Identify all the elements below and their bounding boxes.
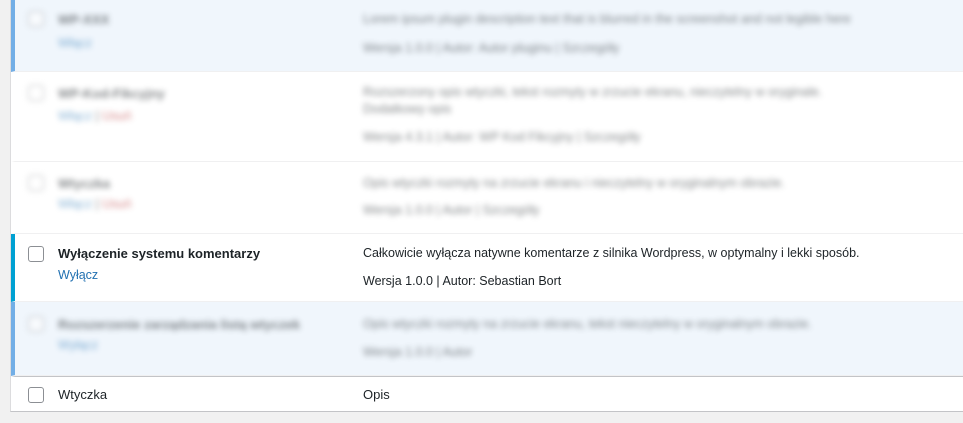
plugin-meta-text: Wersja 4.3.1 | Autor: WP Kod Fikcyjny | … bbox=[363, 130, 641, 144]
plugin-actions: Wyłącz bbox=[58, 268, 98, 282]
activate-link[interactable]: Włącz bbox=[58, 109, 92, 123]
plugin-meta-text: Wersja 1.0.0 | Autor: Autor pluginu | Sz… bbox=[363, 41, 620, 55]
plugins-table: WP-XXX Włącz Lorem ipsum plugin descript… bbox=[10, 0, 963, 412]
table-footer: Wtyczka Opis bbox=[11, 376, 963, 411]
activate-link[interactable]: Włącz bbox=[58, 36, 92, 50]
delete-link[interactable]: Usuń bbox=[102, 197, 131, 211]
row-checkbox[interactable] bbox=[28, 85, 44, 101]
row-checkbox[interactable] bbox=[28, 316, 44, 332]
plugin-row: Rozszerzenie zarządzania listą wtyczek W… bbox=[11, 302, 963, 376]
plugin-description: Rozszerzony opis wtyczki, tekst rozmyty … bbox=[363, 85, 823, 99]
plugin-meta: Wersja 1.0.0 | Autor bbox=[363, 345, 963, 359]
select-all-checkbox[interactable] bbox=[28, 387, 44, 403]
plugin-description: Całkowicie wyłącza natywne komentarze z … bbox=[363, 246, 860, 260]
plugin-description: Opis wtyczki rozmyty na zrzucie ekranu, … bbox=[363, 317, 812, 331]
deactivate-link[interactable]: Wyłącz bbox=[58, 268, 98, 282]
plugin-row: WP-XXX Włącz Lorem ipsum plugin descript… bbox=[11, 0, 963, 72]
plugin-name: Wtyczka bbox=[58, 176, 111, 191]
activate-link[interactable]: Włącz bbox=[58, 197, 92, 211]
plugin-row-focused: Wyłączenie systemu komentarzy Wyłącz Cał… bbox=[11, 234, 963, 302]
plugin-description-cont: Dodatkowy opis bbox=[363, 102, 452, 116]
plugin-row: Wtyczka Włącz | Usuń Opis wtyczki rozmyt… bbox=[11, 162, 963, 234]
row-checkbox[interactable] bbox=[28, 246, 44, 262]
plugin-description: Lorem ipsum plugin description text that… bbox=[363, 12, 851, 26]
row-checkbox[interactable] bbox=[28, 11, 44, 27]
plugin-actions: Włącz | Usuń bbox=[58, 109, 131, 123]
plugin-actions: Włącz bbox=[58, 36, 92, 50]
plugin-name: Rozszerzenie zarządzania listą wtyczek bbox=[58, 317, 301, 332]
plugin-description: Opis wtyczki rozmyty na zrzucie ekranu i… bbox=[363, 176, 785, 190]
plugin-name: WP-Kod-Fikcyjny bbox=[58, 86, 165, 101]
plugin-meta-text: Wersja 1.0.0 | Autor: Sebastian Bort bbox=[363, 274, 562, 288]
column-plugin-header[interactable]: Wtyczka bbox=[58, 387, 107, 402]
plugin-meta: Wersja 1.0.0 | Autor | Szczegóły bbox=[363, 203, 963, 217]
plugin-name: Wyłączenie systemu komentarzy bbox=[58, 246, 261, 261]
plugin-meta-text: Wersja 1.0.0 | Autor bbox=[363, 345, 473, 359]
plugin-meta: Wersja 1.0.0 | Autor: Sebastian Bort bbox=[363, 274, 963, 288]
deactivate-link[interactable]: Wyłącz bbox=[58, 338, 98, 352]
plugin-name: WP-XXX bbox=[58, 12, 110, 27]
plugin-actions: Wyłącz bbox=[58, 338, 98, 352]
row-checkbox[interactable] bbox=[28, 175, 44, 191]
plugin-meta-text: Wersja 1.0.0 | Autor | Szczegóły bbox=[363, 203, 540, 217]
plugin-meta: Wersja 4.3.1 | Autor: WP Kod Fikcyjny | … bbox=[363, 130, 963, 144]
delete-link[interactable]: Usuń bbox=[102, 109, 131, 123]
plugin-meta: Wersja 1.0.0 | Autor: Autor pluginu | Sz… bbox=[363, 41, 963, 55]
plugin-actions: Włącz | Usuń bbox=[58, 197, 131, 211]
column-description-header: Opis bbox=[363, 387, 390, 402]
plugin-row: WP-Kod-Fikcyjny Włącz | Usuń Rozszerzony… bbox=[11, 72, 963, 162]
